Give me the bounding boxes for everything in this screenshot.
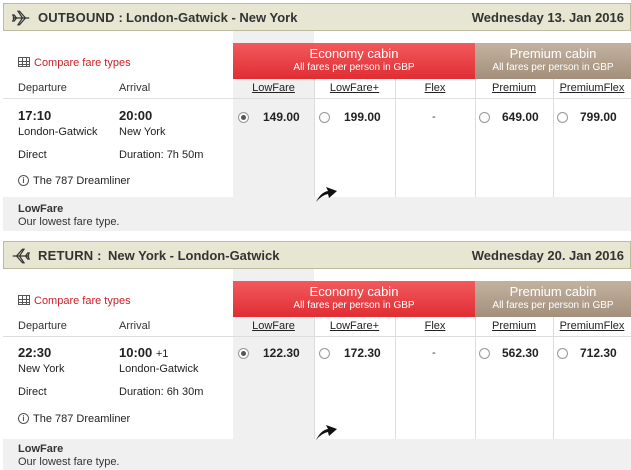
price-flex: - <box>432 111 436 123</box>
arrival-city: London-Gatwick <box>119 363 199 375</box>
travel-date: Wednesday 13. Jan 2016 <box>471 10 624 25</box>
arrival-time: 20:00 <box>119 108 153 123</box>
price-premiumflex: 799.00 <box>580 110 617 124</box>
table-grid-icon <box>18 57 30 67</box>
price-premium: 649.00 <box>502 110 539 124</box>
fare-type-premiumflex[interactable]: PremiumFlex <box>553 320 631 332</box>
mouse-cursor-icon <box>316 187 337 202</box>
economy-cabin-header: Economy cabin All fares per person in GB… <box>233 281 475 317</box>
price-lowfare: 122.30 <box>263 346 300 360</box>
fare-type-lowfare-plus[interactable]: LowFare+ <box>314 320 395 332</box>
return-panel: RETURN : New York - London-Gatwick Wedne… <box>3 241 631 470</box>
fare-radio-premiumflex[interactable] <box>557 112 568 123</box>
fare-radio-premium[interactable] <box>479 112 490 123</box>
price-flex: - <box>432 347 436 359</box>
outbound-header: OUTBOUND : London-Gatwick - New York Wed… <box>3 3 631 31</box>
fare-type-premium[interactable]: Premium <box>475 320 553 332</box>
fare-type-premiumflex[interactable]: PremiumFlex <box>553 82 631 94</box>
price-lowfare-plus: 172.30 <box>344 346 381 360</box>
aircraft-label: The 787 Dreamliner <box>33 175 131 187</box>
fare-radio-lowfare-plus[interactable] <box>319 348 330 359</box>
arrival-city: New York <box>119 126 166 138</box>
route-label: New York - London-Gatwick <box>108 248 280 263</box>
fare-radio-premium[interactable] <box>479 348 490 359</box>
mouse-cursor-icon <box>316 425 337 440</box>
duration-label: Duration: 7h 50m <box>119 149 204 161</box>
arrival-time: 10:00 +1 <box>119 345 169 360</box>
divider <box>3 98 631 99</box>
fare-note-desc: Our lowest fare type. <box>18 456 120 468</box>
plane-icon <box>12 248 30 264</box>
departure-city: London-Gatwick <box>18 126 98 138</box>
divider <box>3 336 631 337</box>
price-premiumflex: 712.30 <box>580 346 617 360</box>
departure-time: 17:10 <box>18 108 52 123</box>
price-lowfare-plus: 199.00 <box>344 110 381 124</box>
fare-type-premium[interactable]: Premium <box>475 82 553 94</box>
fare-radio-lowfare[interactable] <box>238 348 249 359</box>
table-grid-icon <box>18 295 30 305</box>
outbound-panel: OUTBOUND : London-Gatwick - New York Wed… <box>3 3 631 231</box>
fare-type-flex[interactable]: Flex <box>395 320 475 332</box>
fare-radio-premiumflex[interactable] <box>557 348 568 359</box>
fare-type-lowfare-plus[interactable]: LowFare+ <box>314 82 395 94</box>
return-fare-table: Compare fare types Economy cabin All far… <box>3 269 631 470</box>
info-icon[interactable]: i <box>18 175 29 186</box>
departure-city: New York <box>18 363 65 375</box>
price-lowfare: 149.00 <box>263 110 300 124</box>
fare-type-lowfare[interactable]: LowFare <box>233 82 314 94</box>
plane-icon <box>12 10 30 26</box>
outbound-fare-table: Compare fare types Economy cabin All far… <box>3 31 631 231</box>
direction-label: OUTBOUND : <box>38 10 124 25</box>
departure-time: 22:30 <box>18 345 52 360</box>
fare-note-title: LowFare <box>18 203 64 215</box>
departure-header: Departure <box>18 82 67 94</box>
info-icon[interactable]: i <box>18 413 29 424</box>
departure-header: Departure <box>18 320 67 332</box>
return-header: RETURN : New York - London-Gatwick Wedne… <box>3 241 631 269</box>
premium-cabin-header: Premium cabin All fares per person in GB… <box>475 281 631 317</box>
fare-type-lowfare[interactable]: LowFare <box>233 320 314 332</box>
arrival-header: Arrival <box>119 82 151 94</box>
direction-label: RETURN : <box>38 248 102 263</box>
fare-note-desc: Our lowest fare type. <box>18 216 120 228</box>
arrival-header: Arrival <box>119 320 151 332</box>
fare-radio-lowfare[interactable] <box>238 112 249 123</box>
price-premium: 562.30 <box>502 346 539 360</box>
route-label: London-Gatwick - New York <box>126 10 298 25</box>
fare-radio-lowfare-plus[interactable] <box>319 112 330 123</box>
compare-fare-types-link[interactable]: Compare fare types <box>18 295 131 307</box>
stops-label: Direct <box>18 386 47 398</box>
duration-label: Duration: 6h 30m <box>119 386 204 398</box>
stops-label: Direct <box>18 149 47 161</box>
premium-cabin-header: Premium cabin All fares per person in GB… <box>475 43 631 79</box>
travel-date: Wednesday 20. Jan 2016 <box>471 248 624 263</box>
economy-cabin-header: Economy cabin All fares per person in GB… <box>233 43 475 79</box>
fare-type-flex[interactable]: Flex <box>395 82 475 94</box>
compare-fare-types-link[interactable]: Compare fare types <box>18 57 131 69</box>
fare-note-title: LowFare <box>18 443 64 455</box>
aircraft-label: The 787 Dreamliner <box>33 413 131 425</box>
